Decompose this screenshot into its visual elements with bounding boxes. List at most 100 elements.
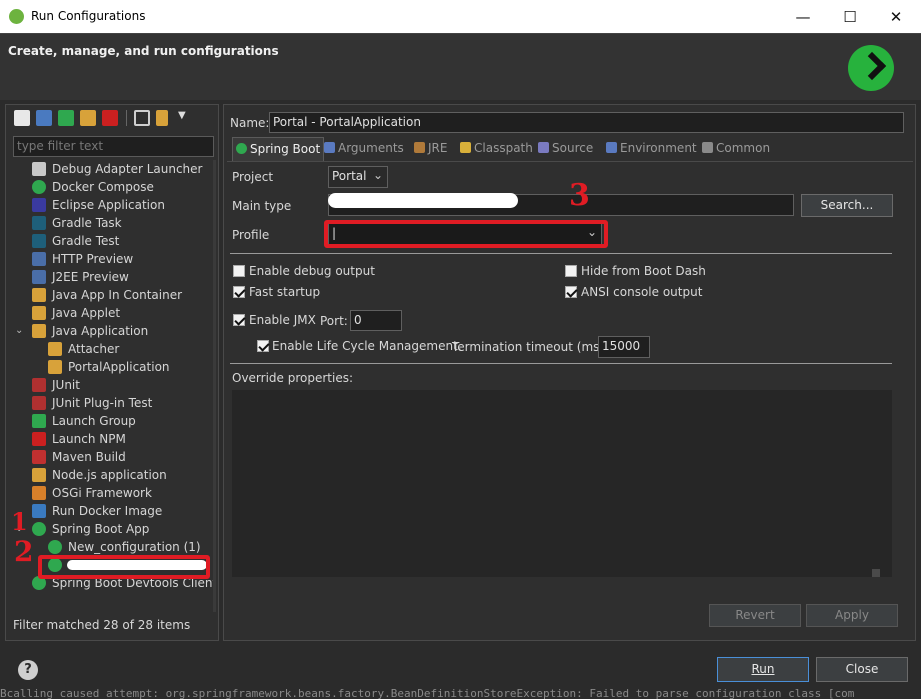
collapse-all-icon[interactable] xyxy=(134,110,150,126)
hide-from-boot-dash-checkbox[interactable] xyxy=(565,265,577,277)
fast-startup-checkbox[interactable] xyxy=(233,286,245,298)
tree-item-label: Node.js application xyxy=(52,468,167,482)
close-window-button[interactable]: ✕ xyxy=(876,4,916,30)
override-properties-editor[interactable] xyxy=(232,390,892,577)
selected-item-highlight-box xyxy=(38,555,210,579)
tree-item[interactable]: HTTP Preview xyxy=(9,250,214,268)
chevron-down-icon[interactable]: ⌄ xyxy=(15,322,25,340)
tree-item[interactable]: Java Applet xyxy=(9,304,214,322)
docker-icon xyxy=(32,504,46,518)
close-button[interactable]: Close xyxy=(816,657,908,682)
tree-item[interactable]: Gradle Task xyxy=(9,214,214,232)
enable-lifecycle-label: Enable Life Cycle Management. xyxy=(272,339,462,353)
junit-icon xyxy=(32,378,46,392)
tree-item[interactable]: Gradle Test xyxy=(9,232,214,250)
tree-item[interactable]: Eclipse Application xyxy=(9,196,214,214)
tab-classpath[interactable]: Classpath xyxy=(460,137,533,161)
enable-jmx-checkbox[interactable] xyxy=(233,314,245,326)
tree-item[interactable]: New_configuration (1) xyxy=(9,538,214,556)
tree-scrollbar[interactable] xyxy=(213,160,216,612)
tab-jre[interactable]: JRE xyxy=(414,137,447,161)
window-title: Run Configurations xyxy=(31,9,146,23)
dialog-header: Create, manage, and run configurations xyxy=(0,33,921,100)
delete-icon[interactable] xyxy=(102,110,118,126)
gradle-icon xyxy=(32,234,46,248)
new-configuration-icon[interactable] xyxy=(14,110,30,126)
filter-icon[interactable] xyxy=(156,110,168,126)
tree-item[interactable]: Java App In Container xyxy=(9,286,214,304)
enable-debug-output-label: Enable debug output xyxy=(249,264,375,278)
tree-item[interactable]: Node.js application xyxy=(9,466,214,484)
termination-timeout-field[interactable]: 15000 xyxy=(598,336,650,358)
bug-icon xyxy=(32,162,46,176)
tree-item[interactable]: Attacher xyxy=(9,340,214,358)
search-button[interactable]: Search... xyxy=(801,194,893,217)
java-app-icon xyxy=(32,324,46,338)
export-icon[interactable] xyxy=(58,110,74,126)
chevron-down-icon: ⌄ xyxy=(372,168,383,182)
tab-spring-boot[interactable]: Spring Boot xyxy=(232,137,325,161)
tab-arguments[interactable]: Arguments xyxy=(324,137,404,161)
help-icon[interactable]: ? xyxy=(18,660,38,680)
tab-common[interactable]: Common xyxy=(702,137,770,161)
tab-label: JRE xyxy=(428,141,448,155)
tree-item[interactable]: ⌄ Spring Boot App xyxy=(9,520,214,538)
window-titlebar: Run Configurations — ☐ ✕ xyxy=(0,0,921,33)
ansi-console-output-checkbox[interactable] xyxy=(565,286,577,298)
chevron-down-icon[interactable]: ▼ xyxy=(178,110,186,121)
new-prototype-icon[interactable] xyxy=(36,110,52,126)
tree-item[interactable]: ⌄ Java Application xyxy=(9,322,214,340)
filter-status: Filter matched 28 of 28 items xyxy=(13,618,191,632)
http-preview-icon xyxy=(32,252,46,266)
minimize-button[interactable]: — xyxy=(783,4,823,30)
tree-item[interactable]: Maven Build xyxy=(9,448,214,466)
enable-jmx-label: Enable JMX xyxy=(249,313,316,327)
project-dropdown[interactable]: Portal ⌄ xyxy=(328,166,388,188)
duplicate-icon[interactable] xyxy=(80,110,96,126)
launch-group-icon xyxy=(32,414,46,428)
project-label: Project xyxy=(232,170,274,184)
port-field[interactable]: 0 xyxy=(350,310,402,331)
maximize-button[interactable]: ☐ xyxy=(830,4,870,30)
name-field[interactable]: Portal - PortalApplication xyxy=(269,112,904,133)
tab-source[interactable]: Source xyxy=(538,137,593,161)
spring-boot-icon xyxy=(32,522,46,536)
fast-startup-label: Fast startup xyxy=(249,285,321,299)
tree-item[interactable]: Docker Compose xyxy=(9,178,214,196)
enable-lifecycle-checkbox[interactable] xyxy=(257,340,269,352)
tree-item-label: Java Application xyxy=(52,324,149,338)
revert-button[interactable]: Revert xyxy=(709,604,801,627)
apply-button[interactable]: Apply xyxy=(806,604,898,627)
tree-item-label: Java Applet xyxy=(52,306,121,320)
toolbar-divider xyxy=(126,110,127,126)
tree-item[interactable]: JUnit Plug-in Test xyxy=(9,394,214,412)
ansi-console-output-label: ANSI console output xyxy=(581,285,703,299)
tree-item-label: JUnit xyxy=(52,378,80,392)
nodejs-icon xyxy=(32,468,46,482)
tree-item[interactable]: Debug Adapter Launcher xyxy=(9,160,214,178)
source-icon xyxy=(538,142,549,153)
tree-item[interactable]: OSGi Framework xyxy=(9,484,214,502)
tree-item[interactable]: Run Docker Image xyxy=(9,502,214,520)
tab-label: Classpath xyxy=(474,141,533,155)
tree-item[interactable]: PortalApplication xyxy=(9,358,214,376)
tree-item-label: Docker Compose xyxy=(52,180,154,194)
tree-item-label: PortalApplication xyxy=(68,360,170,374)
tree-item[interactable]: Launch NPM xyxy=(9,430,214,448)
profile-label: Profile xyxy=(232,228,270,242)
separator-bottom xyxy=(230,363,892,364)
filter-input[interactable]: type filter text xyxy=(13,136,214,157)
override-properties-label: Override properties: xyxy=(232,371,354,385)
tree-item[interactable]: JUnit xyxy=(9,376,214,394)
run-button[interactable]: Run xyxy=(717,657,809,682)
jre-icon xyxy=(414,142,425,153)
config-tabs: Spring Boot Arguments JRE Classpath Source En… xyxy=(228,137,908,161)
enable-debug-output-checkbox[interactable] xyxy=(233,265,245,277)
tree-item[interactable]: Launch Group xyxy=(9,412,214,430)
annotation-3: 3 xyxy=(569,178,590,213)
gradle-icon xyxy=(32,216,46,230)
run-banner-icon xyxy=(848,45,894,91)
tree-item[interactable]: J2EE Preview xyxy=(9,268,214,286)
tab-environment[interactable]: Environment xyxy=(606,137,697,161)
common-icon xyxy=(702,142,713,153)
